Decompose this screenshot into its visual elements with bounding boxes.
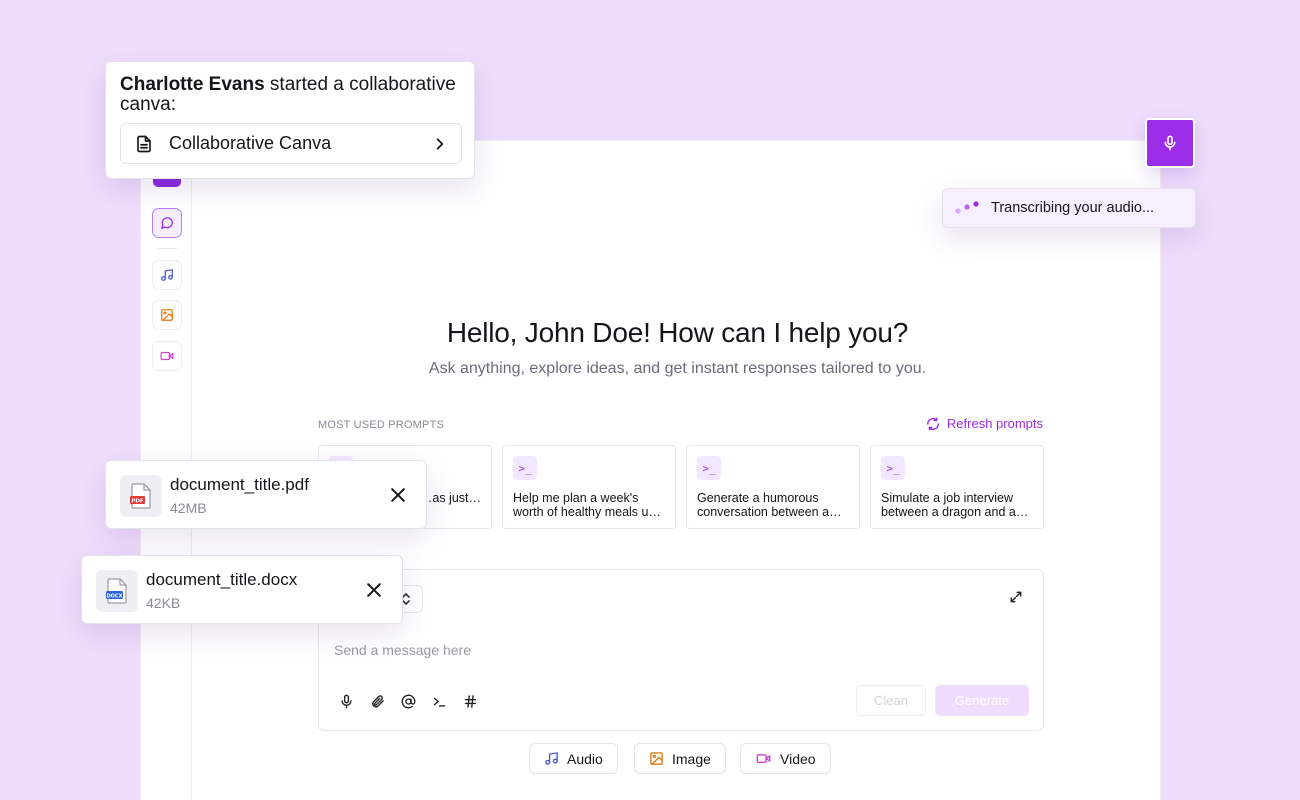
audio-mode-label: Audio <box>567 750 603 767</box>
terminal-icon: >_ <box>697 456 721 480</box>
prompt-text: Help me plan a week's worth of healthy m… <box>513 491 661 519</box>
message-composer: Clean Generate <box>318 569 1044 731</box>
file-name: document_title.pdf <box>170 475 309 494</box>
image-icon <box>650 752 663 765</box>
hash-icon <box>464 694 477 708</box>
voice-record-button[interactable] <box>1145 118 1195 168</box>
image-mode-label: Image <box>672 750 711 767</box>
terminal-icon <box>433 697 446 707</box>
collab-message: Charlotte Evans started a collaborative … <box>120 75 465 115</box>
refresh-icon <box>926 416 939 431</box>
video-mode-label: Video <box>780 750 816 767</box>
document-icon <box>137 135 151 152</box>
refresh-prompts-button[interactable]: Refresh prompts <box>926 416 1043 431</box>
expand-icon[interactable] <box>1009 590 1023 604</box>
chat-bubble-icon <box>161 217 173 229</box>
file-attachment-docx: DOCX document_title.docx 42KB <box>81 555 403 624</box>
sidebar-chat-button[interactable] <box>152 208 182 238</box>
file-attachment-pdf: PDF document_title.pdf 42MB <box>105 460 427 529</box>
most-used-prompts-label: MOST USED PROMPTS <box>318 419 445 431</box>
hashtag-button[interactable] <box>463 690 494 712</box>
audio-mode-button[interactable]: Audio <box>529 743 618 774</box>
greeting-subtitle: Ask anything, explore ideas, and get ins… <box>428 360 927 377</box>
collab-notification: Charlotte Evans started a collaborative … <box>105 61 475 179</box>
paperclip-icon <box>372 694 384 707</box>
close-icon[interactable] <box>364 580 384 600</box>
prompt-text: Simulate a job interview between a drago… <box>881 491 1029 519</box>
video-mode-button[interactable]: Video <box>740 743 831 774</box>
prompt-text: Generate a humorous conversation between… <box>697 491 842 519</box>
chevron-right-icon <box>436 137 444 150</box>
terminal-icon: >_ <box>881 456 905 480</box>
command-button[interactable] <box>432 690 463 712</box>
collab-user-name: Charlotte Evans <box>120 74 265 95</box>
mention-button[interactable] <box>401 690 432 712</box>
prompt-card[interactable]: >_ Generate a humorous conversation betw… <box>686 445 860 529</box>
microphone-icon <box>1164 135 1176 151</box>
microphone-icon <box>341 694 352 708</box>
music-note-icon <box>545 752 558 765</box>
image-icon <box>161 309 173 321</box>
prompt-card[interactable]: >_ Help me plan a week's worth of health… <box>502 445 676 529</box>
file-name: document_title.docx <box>146 570 298 589</box>
attach-button[interactable] <box>370 690 401 712</box>
greeting-heading: Hello, John Doe! How can I help you? <box>446 317 909 348</box>
terminal-icon: >_ <box>513 456 537 480</box>
stage: Hello, John Doe! How can I help you? Ask… <box>0 0 1300 800</box>
svg-text:PDF: PDF <box>131 498 144 504</box>
svg-text:DOCX: DOCX <box>107 593 123 599</box>
video-icon <box>160 351 174 361</box>
video-icon <box>756 754 771 763</box>
transcribing-text: Transcribing your audio... <box>991 200 1155 216</box>
at-icon <box>401 694 416 708</box>
music-note-icon <box>161 269 173 281</box>
file-size: 42MB <box>170 500 207 516</box>
refresh-prompts-label: Refresh prompts <box>946 416 1043 431</box>
composer-toolbar <box>339 690 494 712</box>
close-icon[interactable] <box>388 485 408 505</box>
clean-button[interactable]: Clean <box>856 685 926 716</box>
sidebar-video-button[interactable] <box>152 341 182 371</box>
file-size: 42KB <box>146 595 181 611</box>
generate-button[interactable]: Generate <box>935 685 1029 716</box>
prompt-card[interactable]: >_ Simulate a job interview between a dr… <box>870 445 1044 529</box>
loading-dots-icon <box>955 201 979 214</box>
collab-canva-link[interactable]: Collaborative Canva <box>120 123 462 164</box>
sidebar-divider <box>157 248 177 249</box>
pdf-file-icon: PDF <box>120 475 162 517</box>
collab-canva-label: Collaborative Canva <box>169 133 332 153</box>
microphone-button[interactable] <box>339 690 370 712</box>
docx-file-icon: DOCX <box>96 570 138 612</box>
image-mode-button[interactable]: Image <box>634 743 726 774</box>
transcribing-status: Transcribing your audio... <box>942 188 1196 228</box>
sidebar-image-button[interactable] <box>152 300 182 330</box>
sidebar-audio-button[interactable] <box>152 260 182 290</box>
message-input[interactable] <box>334 642 934 658</box>
